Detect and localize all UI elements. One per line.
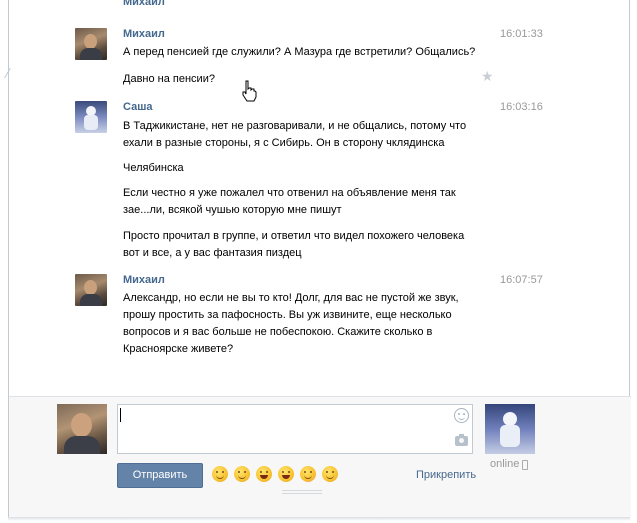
wink-emoji-icon[interactable] — [234, 466, 250, 482]
scream-emoji-icon[interactable] — [278, 466, 294, 482]
blush-emoji-icon[interactable] — [300, 466, 316, 482]
attach-link[interactable]: Прикрепить — [416, 469, 476, 481]
online-status: online — [490, 458, 520, 470]
mobile-phone-icon — [522, 460, 528, 470]
resize-grip[interactable] — [282, 490, 322, 498]
smile-icon[interactable] — [454, 408, 469, 423]
compose-controls: Отправить Прикрепить online — [8, 0, 630, 517]
window-shadow — [8, 517, 630, 521]
rolling-eyes-emoji-icon[interactable] — [322, 466, 338, 482]
grin-emoji-icon[interactable] — [256, 466, 272, 482]
peer-avatar[interactable] — [485, 404, 535, 454]
text-caret — [120, 408, 121, 422]
send-button[interactable]: Отправить — [117, 463, 203, 488]
my-avatar[interactable] — [57, 404, 107, 454]
message-input[interactable] — [117, 404, 473, 454]
smiley-emoji-icon[interactable] — [212, 466, 228, 482]
camera-icon[interactable] — [455, 434, 468, 446]
